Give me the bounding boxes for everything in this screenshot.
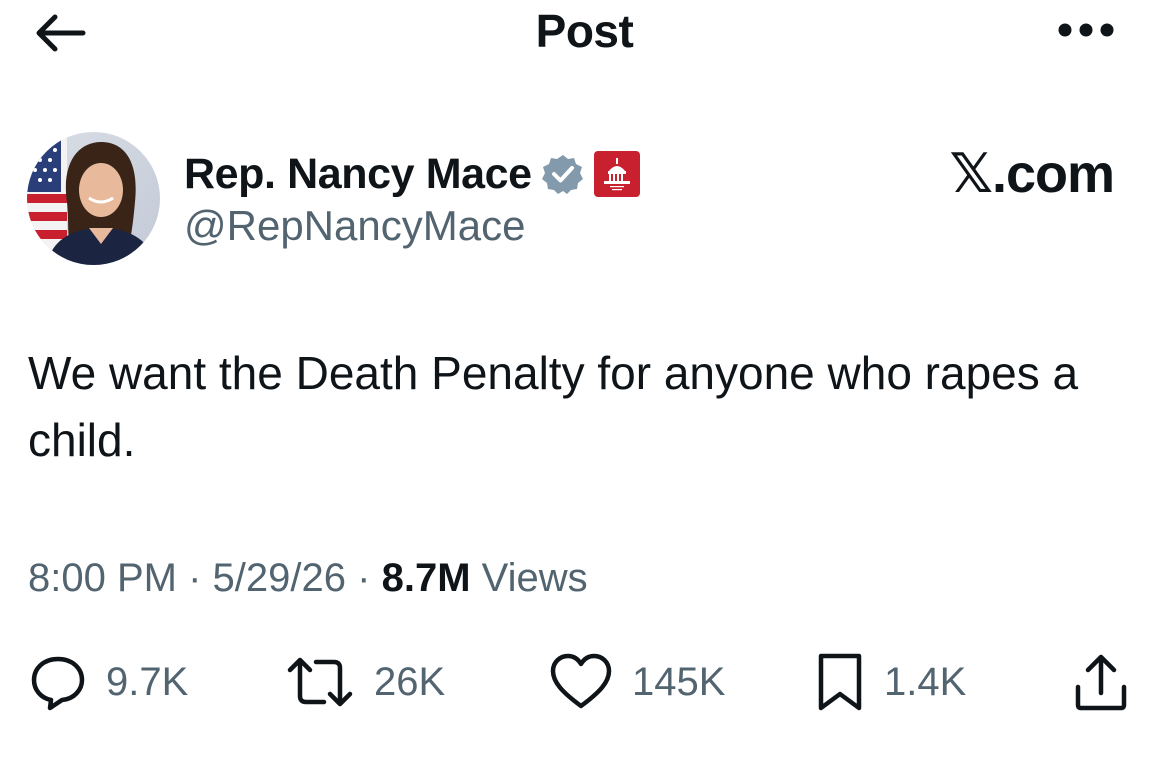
- reply-bubble-icon: [31, 656, 85, 711]
- repost-count: 26K: [374, 659, 446, 704]
- repost-arrows-icon: [287, 657, 353, 707]
- more-options-button[interactable]: [1050, 8, 1122, 52]
- like-button[interactable]: 145K: [548, 650, 725, 714]
- author-handle[interactable]: @RepNancyMace: [184, 202, 525, 250]
- share-button[interactable]: [1072, 650, 1130, 714]
- post-meta: 8:00 PM · 5/29/26 · 8.7M Views: [28, 556, 588, 601]
- avatar[interactable]: [27, 132, 160, 265]
- bookmark-button[interactable]: 1.4K: [814, 650, 966, 714]
- heart-outline-icon: [550, 653, 612, 709]
- reply-button[interactable]: 9.7K: [28, 650, 188, 714]
- post-text: We want the Death Penalty for anyone who…: [28, 347, 1079, 466]
- views-label[interactable]: Views: [482, 556, 588, 600]
- affiliate-badge[interactable]: [593, 151, 640, 197]
- views-count[interactable]: 8.7M: [382, 556, 471, 600]
- x-com-watermark: 𝕏.com: [949, 144, 1115, 204]
- bookmark-outline-icon: [818, 653, 862, 711]
- post-actions-bar: 9.7K 26K 145K 1.4K: [28, 650, 1138, 714]
- like-count: 145K: [632, 659, 726, 704]
- post-time[interactable]: 8:00 PM: [28, 556, 177, 600]
- author-name-row: Rep. Nancy Mace: [184, 146, 640, 202]
- reply-count: 9.7K: [106, 659, 189, 704]
- post-date[interactable]: 5/29/26: [213, 556, 346, 600]
- meta-separator: ·: [188, 556, 202, 600]
- page-title: Post: [535, 5, 634, 57]
- more-horizontal-icon: [1058, 23, 1114, 37]
- repost-button[interactable]: 26K: [284, 650, 445, 714]
- share-upload-icon: [1075, 654, 1127, 711]
- capitol-dome-icon: [603, 158, 630, 191]
- avatar-portrait: [27, 132, 155, 265]
- verified-badge-icon[interactable]: [541, 153, 584, 195]
- author-display-name[interactable]: Rep. Nancy Mace: [184, 150, 532, 199]
- meta-separator: ·: [357, 556, 371, 600]
- bookmark-count: 1.4K: [884, 659, 967, 704]
